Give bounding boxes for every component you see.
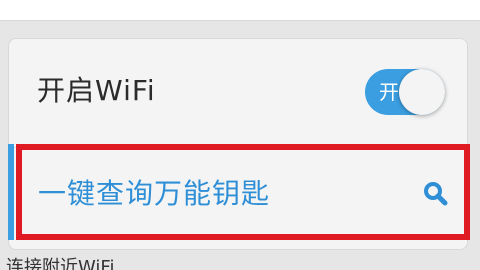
key-lookup-button[interactable]: 一键查询万能钥匙 (14, 146, 468, 238)
toggle-knob (399, 69, 445, 115)
top-bar (0, 0, 480, 21)
toggle-on-text: 开 (379, 80, 399, 104)
wifi-label: 开启WiFi (37, 74, 156, 107)
section-header: 连接附近WiFi (0, 254, 480, 270)
wifi-setting-row: 开启WiFi 开 (9, 39, 467, 148)
search-icon[interactable] (422, 180, 448, 206)
key-lookup-label: 一键查询万能钥匙 (38, 177, 271, 210)
wifi-toggle[interactable]: 开 (365, 69, 445, 115)
section-header-text: 连接附近WiFi (6, 257, 115, 270)
